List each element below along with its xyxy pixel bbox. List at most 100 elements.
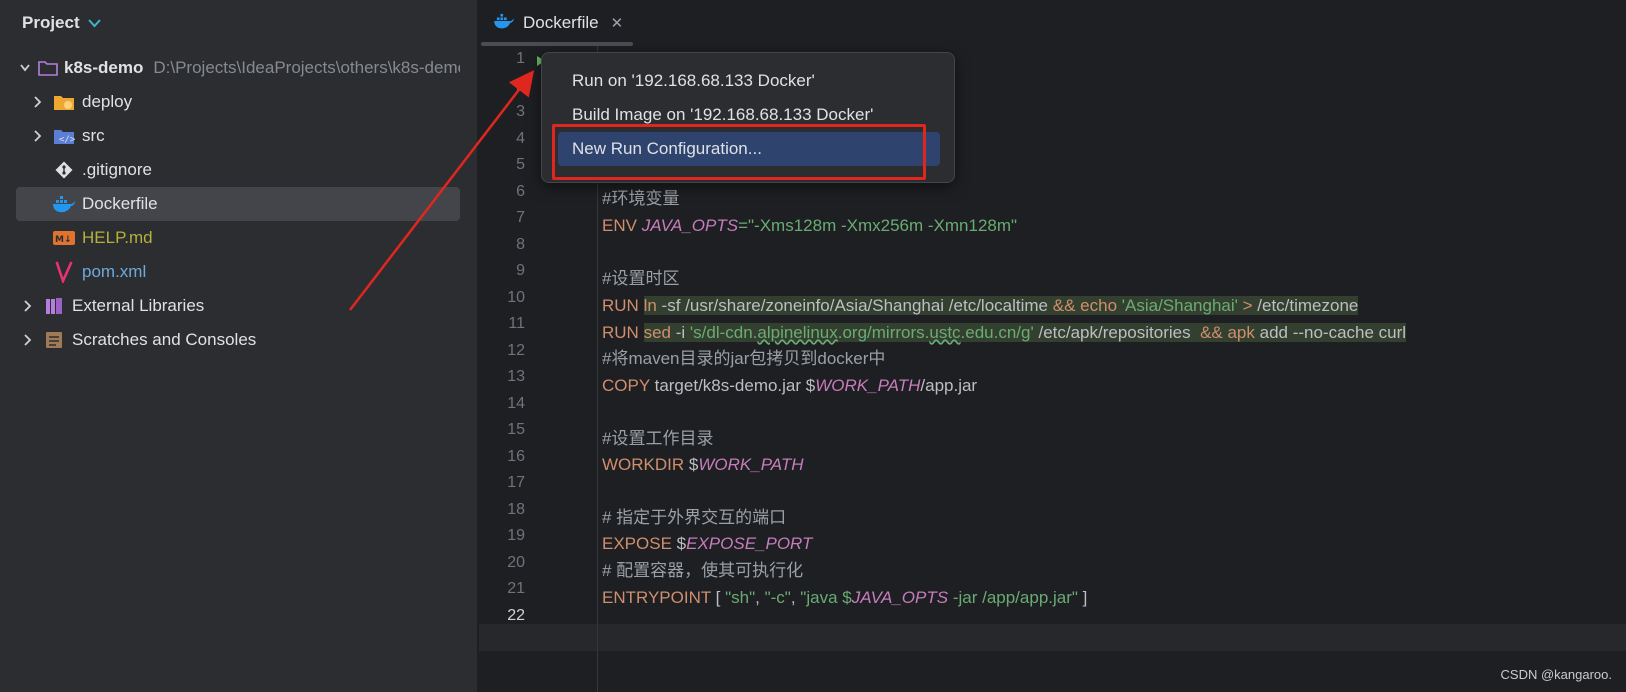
code-text: /app.jar xyxy=(920,376,978,395)
line-number: 22 xyxy=(507,606,525,624)
keyword: ENTRYPOINT xyxy=(602,588,711,607)
code-line-11[interactable]: RUN sed -i 's/dl-cdn.alpinelinux.org/mir… xyxy=(602,319,1407,346)
code-line-19[interactable]: EXPOSE $EXPOSE_PORT xyxy=(602,530,812,557)
code-text: target/k8s-demo.jar $ xyxy=(649,376,816,395)
code-line-18[interactable]: # 指定于外界交互的端口 xyxy=(602,504,786,531)
command: echo xyxy=(1075,296,1118,315)
markdown-icon: M↓ xyxy=(52,228,76,248)
line-number: 8 xyxy=(516,235,525,253)
code-line-7[interactable]: ENV JAVA_OPTS="-Xms128m -Xmx256m -Xmn128… xyxy=(602,212,1017,239)
chevron-right-icon[interactable] xyxy=(20,334,34,346)
keyword: EXPOSE xyxy=(602,534,672,553)
string: ustc xyxy=(929,323,961,342)
code-line-20[interactable]: # 配置容器，使其可执行化 xyxy=(602,557,803,584)
keyword: COPY xyxy=(602,376,650,395)
scratches-icon xyxy=(42,330,66,350)
code-line-21[interactable]: ENTRYPOINT [ "sh", "-c", "java $JAVA_OPT… xyxy=(602,584,1087,611)
maven-icon xyxy=(52,261,76,283)
chevron-right-icon[interactable] xyxy=(30,96,44,108)
tree-item-deploy[interactable]: deploy xyxy=(16,85,460,119)
folder-icon xyxy=(52,92,76,112)
code-text: add --no-cache curl xyxy=(1254,323,1407,342)
command: sed xyxy=(643,323,671,342)
code-line-9[interactable]: #设置时区 xyxy=(602,265,679,292)
keyword: ENV xyxy=(602,216,637,235)
line-number: 21 xyxy=(507,580,525,597)
code-text: $ xyxy=(671,534,687,553)
line-number: 15 xyxy=(507,421,525,438)
string: "-c" xyxy=(764,588,791,607)
tree-item-k8s-demo[interactable]: k8s-demo D:\Projects\IdeaProjects\others… xyxy=(16,51,460,85)
line-number: 20 xyxy=(507,553,525,571)
code-text: $ xyxy=(684,455,699,474)
line-number: 5 xyxy=(516,156,525,173)
chevron-right-icon[interactable] xyxy=(20,300,34,312)
string: 'Asia/Shanghai' xyxy=(1117,296,1238,315)
command: ln xyxy=(643,296,657,315)
command: apk xyxy=(1222,323,1255,342)
code-text: ] xyxy=(1077,588,1088,607)
tree-item-gitignore[interactable]: .gitignore xyxy=(16,153,460,187)
line-number: 11 xyxy=(508,315,525,332)
string: .org/mirrors. xyxy=(837,323,930,342)
line-number: 18 xyxy=(507,500,525,518)
menu-item-build-image[interactable]: Build Image on '192.168.68.133 Docker' xyxy=(558,98,940,124)
tree-item-dockerfile[interactable]: Dockerfile xyxy=(16,187,460,221)
line-number: 9 xyxy=(516,262,525,279)
tree-item-label: src xyxy=(82,126,105,145)
line-number: 3 xyxy=(516,103,525,120)
tab-dockerfile[interactable]: Dockerfile ✕ xyxy=(485,8,631,38)
svg-text:</>: </> xyxy=(59,135,75,145)
variable: EXPOSE_PORT xyxy=(686,534,813,553)
tree-item-scratches[interactable]: Scratches and Consoles xyxy=(16,323,460,357)
project-panel: Project k8s-demo D:\Projects\IdeaProject… xyxy=(0,0,478,692)
tree-item-src[interactable]: </> src xyxy=(16,119,460,153)
variable: WORK_PATH xyxy=(815,376,921,395)
menu-item-run-on-docker[interactable]: Run on '192.168.68.133 Docker' xyxy=(558,64,940,98)
library-icon xyxy=(42,296,66,316)
code-line-6[interactable]: #环境变量 xyxy=(602,185,679,212)
editor-tab-bar: Dockerfile ✕ xyxy=(479,0,1626,46)
chevron-right-icon[interactable] xyxy=(30,130,44,142)
tree-item-label: .gitignore xyxy=(82,160,152,179)
close-icon[interactable]: ✕ xyxy=(611,14,624,32)
line-number: 2 xyxy=(516,76,525,94)
chevron-down-icon xyxy=(87,16,101,31)
highlight-box xyxy=(552,124,926,180)
project-view-selector[interactable]: Project xyxy=(22,12,101,34)
chevron-down-icon[interactable] xyxy=(20,62,30,74)
project-title: Project xyxy=(22,13,80,32)
string: "java $ xyxy=(800,588,852,607)
operator: && xyxy=(1200,323,1223,342)
comment: # 配置容器，使其可执行化 xyxy=(602,561,804,580)
project-path: D:\Projects\IdeaProjects\others\k8s-demo xyxy=(153,58,460,77)
code-text: [ xyxy=(710,588,726,607)
current-line-highlight xyxy=(479,624,1626,651)
source-folder-icon: </> xyxy=(52,126,76,146)
line-number: 13 xyxy=(507,368,525,385)
tree-item-external-libraries[interactable]: External Libraries xyxy=(16,289,460,323)
code-line-16[interactable]: WORKDIR $WORK_PATH xyxy=(602,451,804,478)
line-number: 19 xyxy=(507,527,525,544)
tree-item-pom-xml[interactable]: pom.xml xyxy=(16,255,460,289)
docker-icon xyxy=(52,194,76,214)
variable: JAVA_OPTS xyxy=(641,216,739,235)
variable: JAVA_OPTS xyxy=(851,588,949,607)
code-text: /etc/apk/repositories xyxy=(1033,323,1201,342)
keyword: WORKDIR xyxy=(602,455,685,474)
line-number: 17 xyxy=(507,474,525,491)
tree-item-help-md[interactable]: M↓ HELP.md xyxy=(16,221,460,255)
code-line-15[interactable]: #设置工作目录 xyxy=(602,425,713,452)
tree-item-label: HELP.md xyxy=(82,228,153,247)
string: -jar /app/app.jar" xyxy=(948,588,1078,607)
code-line-13[interactable]: COPY target/k8s-demo.jar $WORK_PATH/app.… xyxy=(602,372,977,399)
comment: #将maven目录的jar包拷贝到docker中 xyxy=(602,349,886,368)
keyword: RUN xyxy=(602,296,639,315)
code-line-10[interactable]: RUN ln -sf /usr/share/zoneinfo/Asia/Shan… xyxy=(602,292,1359,319)
comment: # 指定于外界交互的端口 xyxy=(602,508,787,527)
string: alpinelinux xyxy=(757,323,838,342)
line-number: 6 xyxy=(516,182,525,200)
tree-item-label: deploy xyxy=(82,92,133,111)
operator: && xyxy=(1052,296,1076,315)
code-line-12[interactable]: #将maven目录的jar包拷贝到docker中 xyxy=(602,345,885,372)
